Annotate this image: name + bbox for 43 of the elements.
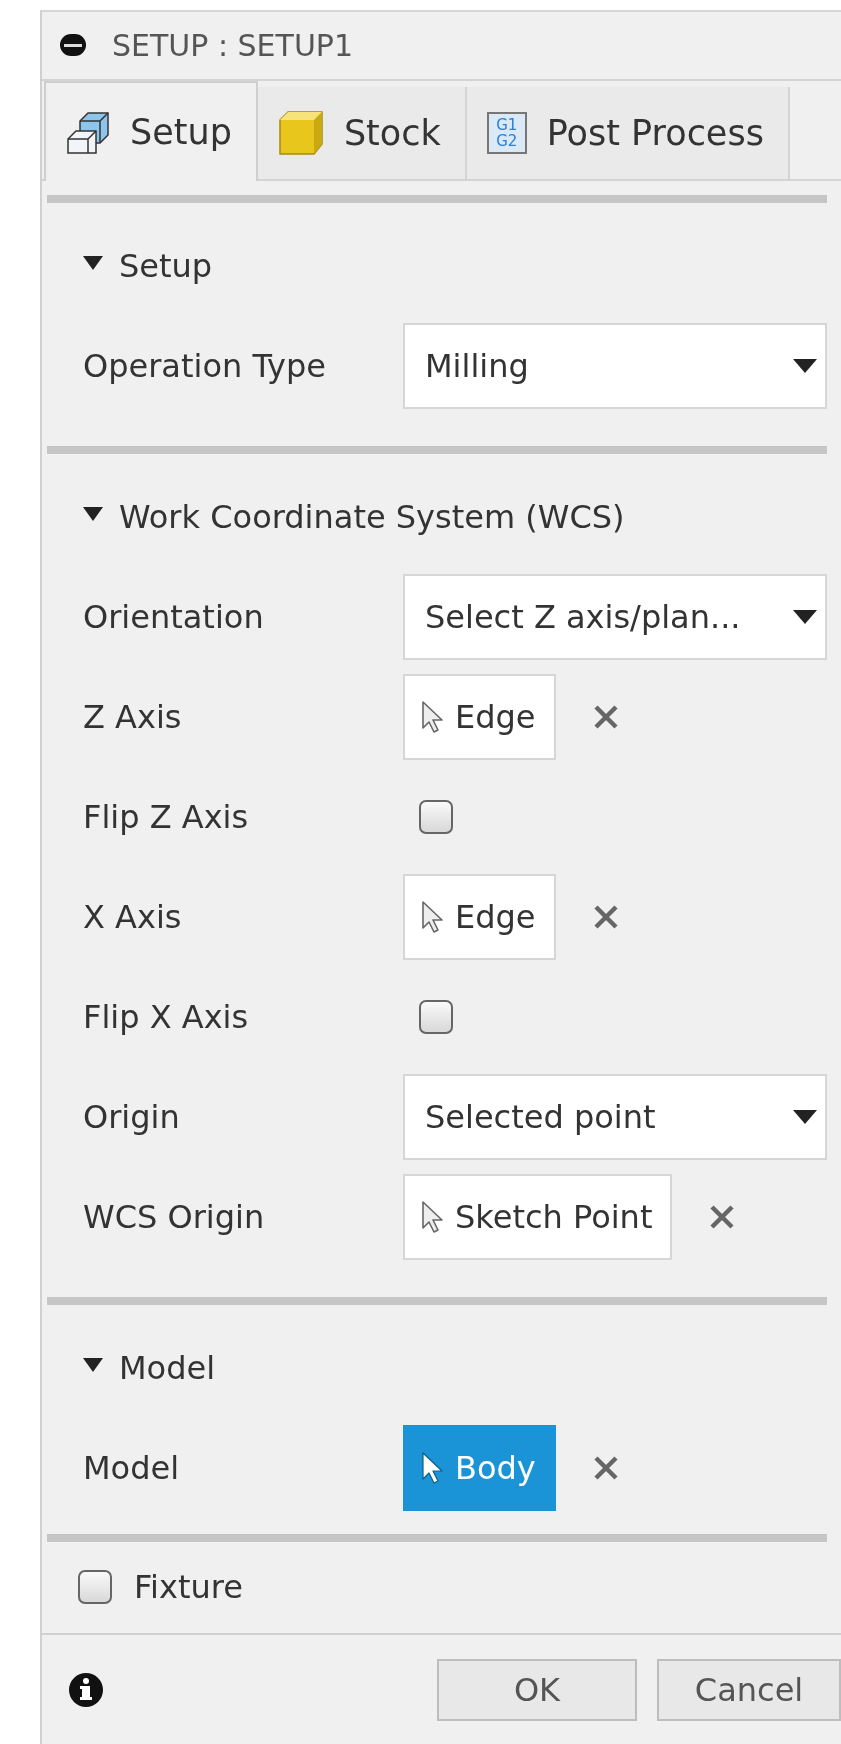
cursor-icon <box>421 1200 443 1233</box>
dropdown-arrow-icon <box>793 609 817 624</box>
section-heading: Model <box>119 1348 216 1387</box>
cursor-icon <box>421 900 443 933</box>
collapse-icon <box>60 34 86 57</box>
section-heading: Setup <box>119 246 213 285</box>
cursor-icon <box>421 1451 443 1484</box>
cursor-icon <box>421 700 443 733</box>
tab[interactable]: G1 G2 Post Process <box>466 86 790 179</box>
dropdown-arrow-icon <box>793 1109 817 1124</box>
field-label: Z Axis <box>82 697 183 736</box>
gcode-icon: G1 G2 <box>486 111 527 154</box>
window-title: SETUP : SETUP1 <box>112 27 353 63</box>
selection-button[interactable]: Edge <box>403 873 556 960</box>
field-label: Operation Type <box>82 346 327 385</box>
close-icon[interactable] <box>593 904 618 929</box>
checkbox[interactable] <box>419 999 453 1034</box>
field-label: Model <box>82 1448 181 1487</box>
dialog-button[interactable]: Cancel <box>657 1658 841 1721</box>
dropdown[interactable]: Selected point <box>403 1073 827 1160</box>
field-label: Flip Z Axis <box>82 797 250 836</box>
dropdown-arrow-icon <box>793 358 817 373</box>
dropdown[interactable]: Select Z axis/plan... <box>403 573 827 660</box>
selection-button[interactable]: Sketch Point <box>403 1173 673 1260</box>
close-icon[interactable] <box>593 704 618 729</box>
dropdown[interactable]: Milling <box>403 322 827 409</box>
tab[interactable]: Stock <box>257 86 467 179</box>
close-icon[interactable] <box>710 1204 735 1229</box>
field-label: X Axis <box>82 897 183 936</box>
section-heading: Work Coordinate System (WCS) <box>119 497 625 536</box>
checkbox[interactable] <box>78 1570 112 1605</box>
field-label: Origin <box>82 1097 181 1136</box>
field-label: WCS Origin <box>82 1197 266 1236</box>
close-icon[interactable] <box>593 1455 618 1480</box>
field-label: Orientation <box>82 597 265 636</box>
tab[interactable]: Setup <box>44 80 258 181</box>
dialog-button[interactable]: OK <box>437 1658 637 1721</box>
field-label: Flip X Axis <box>82 997 250 1036</box>
cube-icon <box>277 109 324 156</box>
selection-button[interactable]: Edge <box>403 673 556 760</box>
checkbox[interactable] <box>419 799 453 834</box>
checkbox-label: Fixture <box>134 1568 243 1607</box>
info-icon <box>68 1671 104 1708</box>
